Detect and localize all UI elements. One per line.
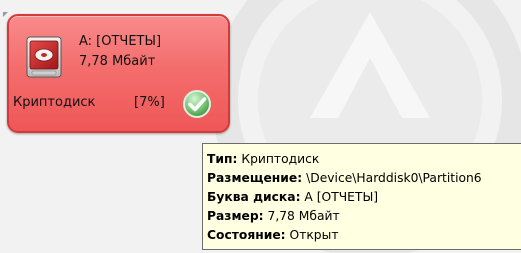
drive-info-tooltip: Тип: Криптодиск Размещение: \Device\Hard… [202, 143, 521, 250]
tooltip-row-state: Состояние: Открыт [207, 228, 339, 242]
drive-name: A: [ОТЧЕТЫ] [79, 34, 162, 49]
green-checkmark-icon [183, 90, 211, 118]
drive-usage-percent: [7%] [134, 95, 165, 110]
encrypted-disk-icon [26, 36, 62, 78]
drive-type-label: Криптодиск [13, 95, 96, 110]
tooltip-row-location: Размещение: \Device\Harddisk0\Partition6 [207, 171, 482, 185]
tooltip-row-drive-letter: Буква диска: A [ОТЧЕТЫ] [207, 190, 379, 204]
drive-size: 7,78 Мбайт [79, 54, 156, 69]
tooltip-row-size: Размер: 7,78 Мбайт [207, 209, 340, 223]
tooltip-row-type: Тип: Криптодиск [207, 152, 320, 166]
drive-tile[interactable]: A: [ОТЧЕТЫ] 7,78 Мбайт Криптодиск [7%] [7, 14, 230, 133]
